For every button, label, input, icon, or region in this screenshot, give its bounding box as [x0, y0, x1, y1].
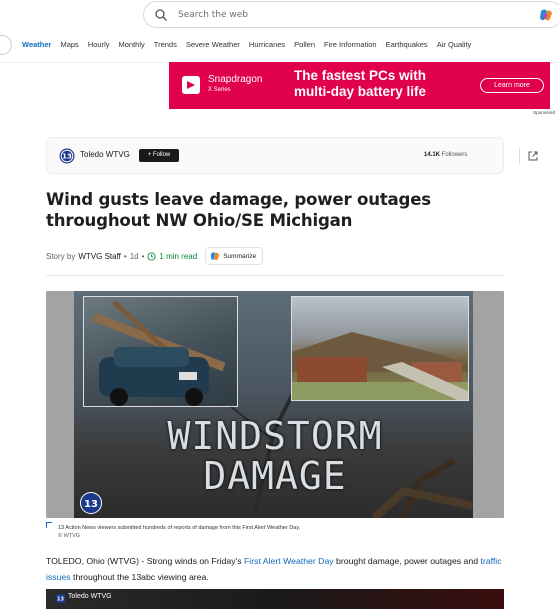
caption-marker-vertical — [46, 522, 47, 528]
nav-item-severe-weather[interactable]: Severe Weather — [186, 40, 240, 49]
ad-headline-line2: multi-day battery life — [294, 84, 427, 99]
svg-text:13: 13 — [62, 153, 72, 161]
nav-item-trends[interactable]: Trends — [154, 40, 177, 49]
copilot-icon[interactable] — [538, 7, 554, 23]
nav-item-maps[interactable]: Maps — [60, 40, 78, 49]
ad-learn-more-button[interactable]: Learn more — [480, 78, 544, 93]
weather-nav: Weather Maps Hourly Monthly Trends Sever… — [22, 40, 480, 49]
wtvg-13-badge-icon: 13 — [80, 492, 102, 514]
ad-series: X Series — [208, 87, 231, 93]
search-input[interactable] — [176, 8, 476, 21]
nav-item-earthquakes[interactable]: Earthquakes — [386, 40, 428, 49]
byline: Story by WTVG Staff • 1d • 1 min read Su… — [46, 247, 264, 265]
summarize-button[interactable]: Summarize — [205, 247, 264, 265]
publisher-divider — [519, 148, 520, 164]
nav-item-fire-information[interactable]: Fire Information — [324, 40, 377, 49]
car-photo-graphic — [92, 300, 226, 406]
image-caption: 13 Action News viewers submitted hundred… — [58, 525, 301, 531]
svg-text:13: 13 — [57, 597, 64, 603]
byline-separator: • — [123, 251, 127, 261]
ad-headline-line1: The fastest PCs with — [294, 68, 427, 83]
inset-photo-collapsed-roof — [291, 296, 469, 401]
follow-button[interactable]: + Follow — [139, 149, 179, 162]
nav-item-pollen[interactable]: Pollen — [294, 40, 315, 49]
summarize-label: Summarize — [223, 252, 257, 260]
byline-separator: • — [141, 251, 145, 261]
paragraph-text: TOLEDO, Ohio (WTVG) - Strong winds on Fr… — [46, 556, 244, 566]
nav-back-pill[interactable] — [0, 35, 12, 55]
nav-item-weather[interactable]: Weather — [22, 40, 51, 49]
hero-image[interactable]: WINDSTORM DAMAGE 13 — [46, 291, 504, 518]
ad-banner[interactable]: Snapdragon X Series The fastest PCs with… — [169, 62, 550, 109]
inset-photo-car-under-tree — [83, 296, 238, 407]
paragraph-text: throughout the 13abc viewing area. — [70, 572, 209, 582]
followers-count: 14.1K Followers — [424, 152, 467, 158]
publisher-card: 13 Toledo WTVG + Follow 14.1K Followers — [46, 137, 538, 174]
nav-item-hurricanes[interactable]: Hurricanes — [249, 40, 285, 49]
article-headline: Wind gusts leave damage, power outages t… — [46, 190, 431, 230]
image-credit: © WTVG — [58, 533, 81, 539]
nav-item-monthly[interactable]: Monthly — [119, 40, 145, 49]
story-by-label: Story by — [46, 251, 76, 261]
video-frame — [46, 589, 504, 609]
link-first-alert-weather-day[interactable]: First Alert Weather Day — [244, 556, 334, 566]
house-photo-graphic — [292, 332, 468, 400]
author-link[interactable]: WTVG Staff — [78, 252, 121, 261]
search-bar[interactable] — [143, 1, 559, 28]
clock-icon — [147, 251, 156, 261]
open-external-icon[interactable] — [527, 150, 539, 162]
ad-brand: Snapdragon — [208, 74, 263, 85]
search-icon — [155, 8, 167, 21]
copilot-icon — [211, 252, 220, 260]
article-age: 1d — [129, 251, 139, 261]
paragraph-text: brought damage, power outages and — [333, 556, 481, 566]
followers-number: 14.1K — [424, 152, 441, 158]
overlay-text-damage: DAMAGE — [203, 454, 347, 498]
read-time: 1 min read — [159, 251, 198, 261]
video-title: Toledo WTVG — [68, 593, 112, 600]
nav-item-air-quality[interactable]: Air Quality — [437, 40, 472, 49]
sponsored-label: Sponsored — [533, 110, 555, 115]
byline-divider — [46, 275, 504, 276]
wtvg-13-logo-icon[interactable]: 13 — [59, 148, 75, 164]
svg-text:13: 13 — [84, 499, 98, 510]
nav-item-hourly[interactable]: Hourly — [88, 40, 110, 49]
article-paragraph: TOLEDO, Ohio (WTVG) - Strong winds on Fr… — [46, 553, 516, 585]
publisher-name[interactable]: Toledo WTVG — [80, 150, 130, 159]
overlay-text-windstorm: WINDSTORM — [167, 414, 383, 458]
snapdragon-logo-icon — [182, 76, 200, 94]
wtvg-13-logo-icon: 13 — [56, 594, 65, 603]
video-embed[interactable]: 13 Toledo WTVG — [46, 589, 504, 609]
followers-label: Followers — [441, 152, 468, 158]
